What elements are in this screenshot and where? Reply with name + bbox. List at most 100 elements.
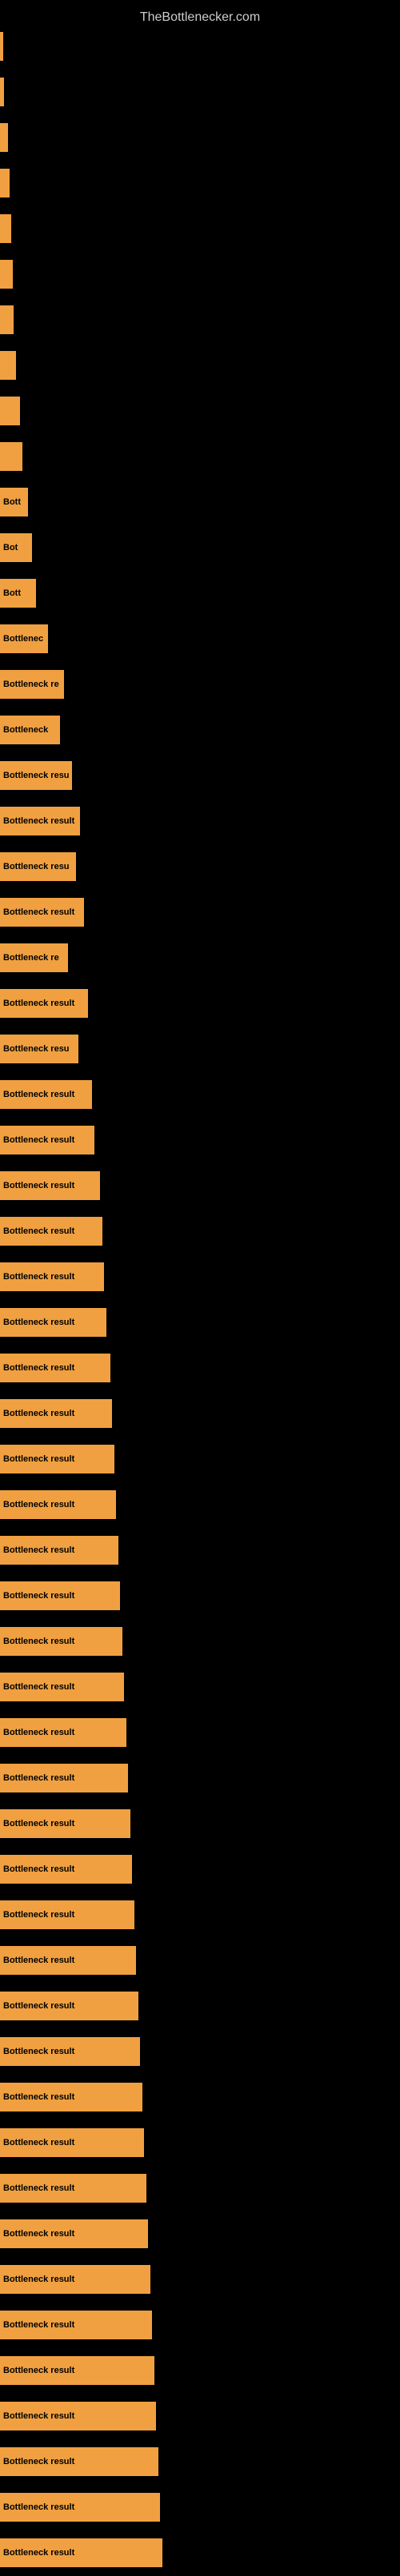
bar-row [0,343,400,387]
bar-row: Bottleneck result [0,981,400,1025]
bar-row: Bottleneck result [0,1528,400,1572]
bar-fill: Bottleneck result [0,1946,136,1975]
bar-label-text: Bottleneck result [3,1135,74,1145]
bar-row: Bottleneck result [0,1710,400,1754]
bar-label-text: Bottleneck result [3,1682,74,1692]
bar-label-text: Bottleneck re [3,680,59,689]
bar-fill: Bottleneck result [0,2265,150,2294]
bar-label-text: Bottleneck result [3,907,74,917]
bar-row: Bottlenec [0,616,400,660]
bar-label-text: Bottleneck result [3,2411,74,2421]
bar-row: Bottleneck result [0,2075,400,2119]
bar-row: Bottleneck resu [0,844,400,888]
bar-label-text: Bot [3,543,18,552]
bar-fill: Bottleneck result [0,2219,148,2248]
bar-label-text: Bottleneck result [3,1363,74,1373]
bar-label-text: Bottleneck result [3,999,74,1008]
bar-label-text: Bottleneck result [3,2001,74,2011]
bar-row: Bott [0,480,400,524]
bar-fill: Bott [0,579,36,608]
bar-row: Bottleneck result [0,1619,400,1663]
bar-fill: Bottleneck result [0,1080,92,1109]
bar-fill: Bottleneck result [0,2037,140,2066]
bar-label-text: Bottleneck result [3,1819,74,1828]
bar-row: Bottleneck result [0,2439,400,2483]
bar-label-text: Bottleneck result [3,2229,74,2239]
bar-label-text: Bottleneck [3,725,48,735]
bar-label-text: Bottleneck result [3,2275,74,2284]
bar-label-text: Bottleneck result [3,1591,74,1601]
bar-row [0,252,400,296]
bar-fill [0,169,10,197]
bar-row: Bottleneck result [0,1437,400,1481]
bar-fill: Bottleneck result [0,1673,124,1701]
bar-label-text: Bott [3,588,21,598]
bar-fill [0,305,14,334]
bar-label-text: Bottleneck result [3,2502,74,2512]
bar-label-text: Bottleneck result [3,1409,74,1418]
bar-fill: Bottleneck result [0,1809,130,1838]
bar-row: Bottleneck result [0,1665,400,1709]
bar-fill: Bottleneck result [0,1354,110,1382]
bar-label-text: Bottleneck result [3,2320,74,2330]
bar-label-text: Bottleneck result [3,1864,74,1874]
bar-row: Bottleneck result [0,890,400,934]
bar-fill: Bottleneck result [0,1581,120,1610]
bar-label-text: Bottleneck result [3,816,74,826]
bar-row [0,297,400,341]
bar-fill [0,123,8,152]
bar-label-text: Bottleneck result [3,1773,74,1783]
bar-row: Bottleneck result [0,2303,400,2347]
bar-row: Bottleneck result [0,1801,400,1845]
bar-label-text: Bottleneck result [3,2138,74,2147]
bar-row: Bottleneck result [0,1892,400,1936]
bar-fill: Bottleneck result [0,807,80,835]
bar-fill: Bottleneck result [0,1855,132,1884]
bar-label-text: Bott [3,497,21,507]
bar-fill [0,442,22,471]
bar-label-text: Bottleneck result [3,1090,74,1099]
bar-label-text: Bottleneck result [3,2047,74,2056]
bar-row: Bottleneck result [0,1118,400,1162]
bar-row: Bottleneck result [0,1300,400,1344]
bar-label-text: Bottleneck re [3,953,59,963]
bar-fill [0,351,16,380]
bar-row: Bottleneck re [0,935,400,979]
bar-fill: Bottleneck result [0,1399,112,1428]
bar-row: Bottleneck result [0,1938,400,1982]
bar-fill: Bottleneck result [0,1490,116,1519]
bar-label-text: Bottleneck result [3,1956,74,1965]
bar-row: Bottleneck result [0,2257,400,2301]
bar-fill: Bottleneck result [0,2174,146,2203]
bar-label-text: Bottleneck resu [3,1044,70,1054]
bar-row [0,70,400,114]
bar-row: Bottleneck result [0,1482,400,1526]
bar-fill: Bottleneck result [0,989,88,1018]
bar-fill: Bottlenec [0,624,48,653]
bar-label-text: Bottlenec [3,634,43,644]
bar-fill: Bottleneck result [0,1764,128,1792]
bar-fill: Bottleneck resu [0,852,76,881]
bar-fill: Bottleneck result [0,2447,158,2476]
bar-fill: Bottleneck result [0,1992,138,2020]
bar-row: Bottleneck result [0,799,400,843]
bar-fill: Bottleneck result [0,1262,104,1291]
bar-fill [0,78,4,106]
bar-fill: Bottleneck result [0,1308,106,1337]
bar-label-text: Bottleneck result [3,2183,74,2193]
bar-row: Bottleneck result [0,2394,400,2438]
bar-fill: Bottleneck result [0,1718,126,1747]
bar-row: Bottleneck result [0,2029,400,2073]
bar-fill: Bottleneck result [0,1217,102,1246]
bar-fill: Bottleneck result [0,2311,152,2339]
bar-row [0,389,400,433]
bar-row: Bottleneck result [0,1209,400,1253]
bar-row: Bottleneck result [0,1072,400,1116]
bar-fill: Bottleneck result [0,1627,122,1656]
bar-fill [0,260,13,289]
bar-label-text: Bottleneck result [3,1637,74,1646]
bars-container: Bott Bot Bott Bottlenec Bottleneck re Bottlen… [0,24,400,2576]
bar-label-text: Bottleneck result [3,1910,74,1920]
bar-fill: Bottleneck result [0,2402,156,2430]
bar-row [0,115,400,159]
